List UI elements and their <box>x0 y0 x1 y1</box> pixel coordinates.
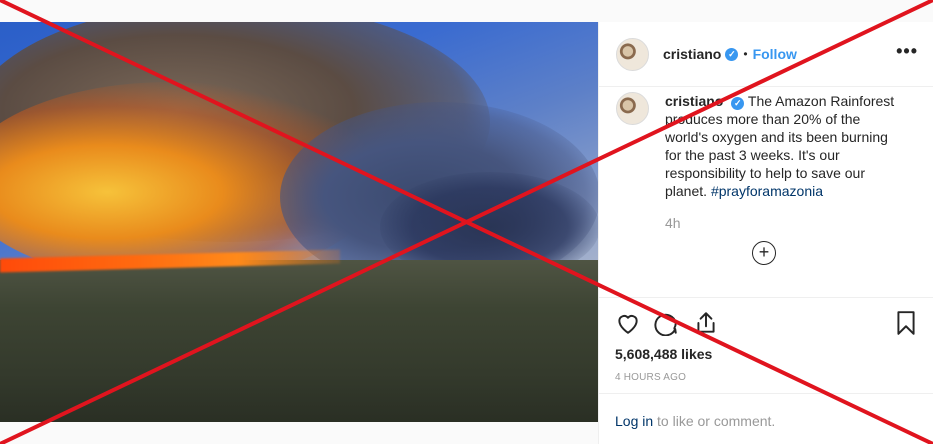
more-options-icon[interactable]: ••• <box>896 42 918 60</box>
add-comment-icon[interactable]: + <box>752 241 776 265</box>
comment-bar: Log in to like or comment. <box>599 393 933 443</box>
action-icons <box>615 310 920 336</box>
photo-field <box>0 260 598 422</box>
username-link[interactable]: cristiano <box>663 46 721 62</box>
comment-icon[interactable] <box>653 310 679 336</box>
separator-dot: • <box>743 47 748 61</box>
verified-badge-icon: ✓ <box>725 47 739 61</box>
share-icon[interactable] <box>693 310 719 336</box>
caption-text: cristiano ✓ The Amazon Rainforest produc… <box>665 92 905 200</box>
caption-avatar[interactable] <box>616 92 649 125</box>
avatar[interactable] <box>616 37 649 71</box>
verified-badge-icon: ✓ <box>731 96 745 110</box>
login-prompt-text: to like or comment. <box>653 413 776 429</box>
post-side-panel: cristiano ✓ • Follow ••• cristiano ✓ The… <box>598 22 933 444</box>
likes-count[interactable]: 5,608,488 likes <box>615 346 712 362</box>
login-link[interactable]: Log in <box>615 413 653 429</box>
follow-button[interactable]: Follow <box>753 46 797 62</box>
caption-username-link[interactable]: cristiano <box>665 93 723 109</box>
post-timestamp[interactable]: 4 HOURS AGO <box>615 372 686 383</box>
post-actions: 5,608,488 likes 4 HOURS AGO Log in to li… <box>599 297 933 442</box>
post-caption: cristiano ✓ The Amazon Rainforest produc… <box>616 92 916 200</box>
bookmark-icon[interactable] <box>893 310 919 336</box>
hashtag-link[interactable]: #prayforamazonia <box>711 183 823 199</box>
comment-timestamp[interactable]: 4h <box>665 215 681 231</box>
post-photo[interactable] <box>0 22 598 422</box>
post-header: cristiano ✓ • Follow ••• <box>599 22 933 87</box>
heart-icon[interactable] <box>615 310 641 336</box>
instagram-post: cristiano ✓ • Follow ••• cristiano ✓ The… <box>0 22 933 444</box>
